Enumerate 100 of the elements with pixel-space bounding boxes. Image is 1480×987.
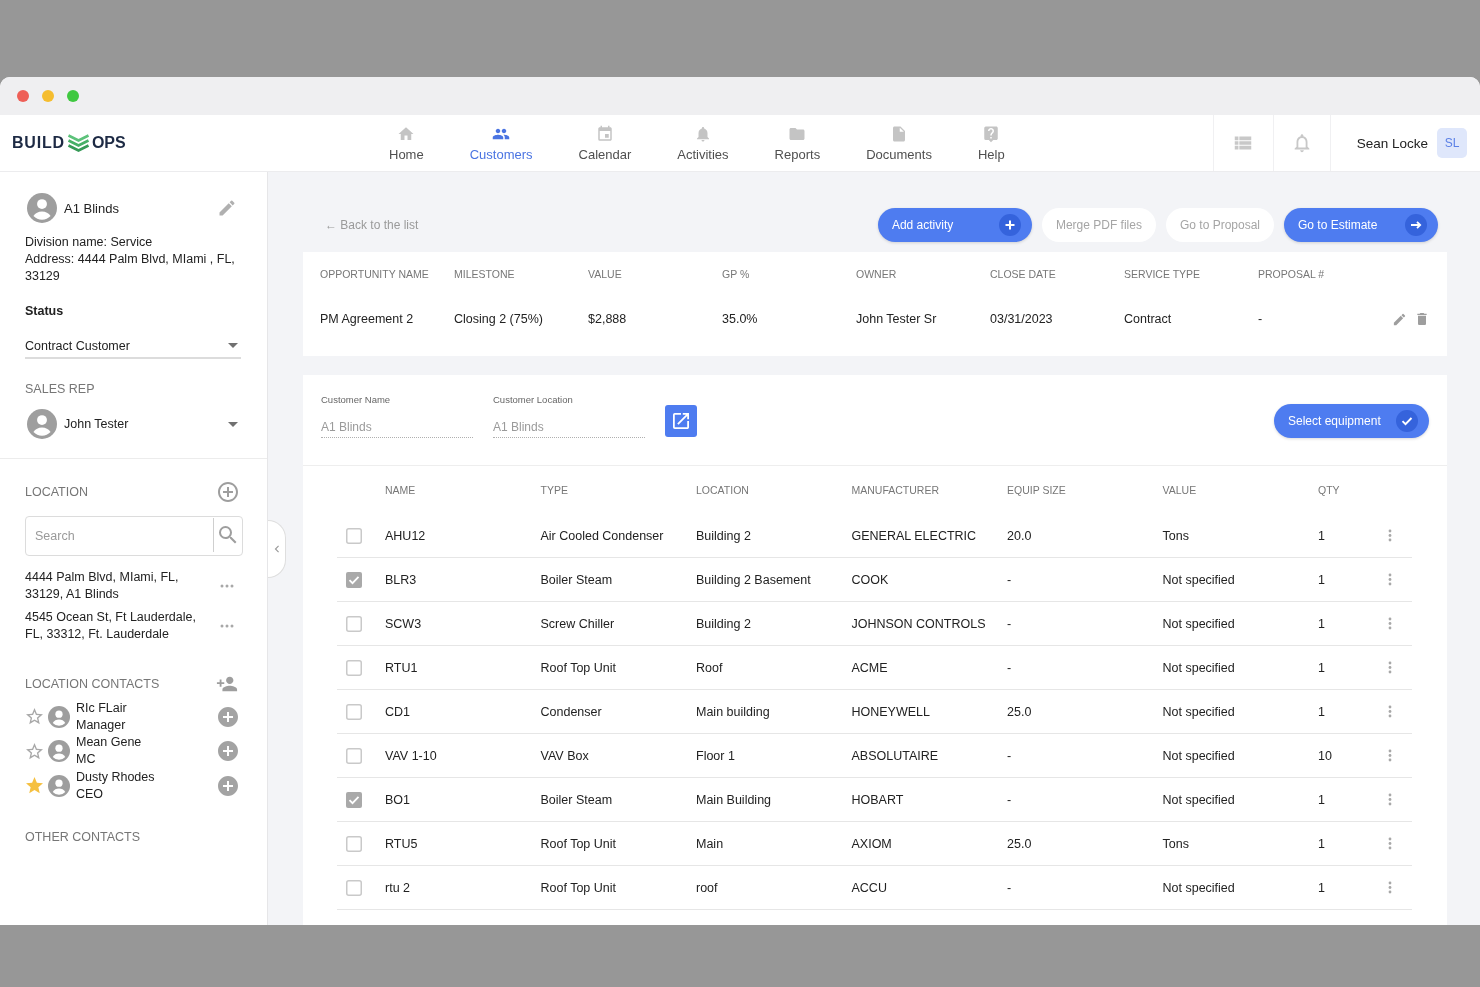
table-cell: Not specified (1162, 660, 1235, 675)
table-cell: Not specified (1162, 616, 1235, 631)
table-cell: Floor 1 (696, 748, 735, 763)
user-avatar[interactable]: SL (1437, 128, 1467, 158)
contact-role: CEO (76, 785, 105, 803)
search-input[interactable]: Search (26, 517, 213, 555)
contact-name: RIc FLair (76, 699, 127, 717)
checkbox[interactable] (346, 879, 362, 896)
nav-tab[interactable]: Help (954, 115, 1028, 171)
table-cell: Not specified (1162, 792, 1235, 807)
checkbox[interactable] (346, 703, 362, 720)
column-header: MILESTONE (454, 268, 515, 280)
nav-tab[interactable]: Calendar (555, 115, 655, 171)
add-activity-button[interactable]: Add activity (877, 208, 1032, 242)
star-icon[interactable] (26, 777, 43, 795)
close-window-icon[interactable] (17, 90, 29, 102)
select-equipment-button[interactable]: Select equipment (1274, 404, 1429, 438)
collapse-button[interactable] (268, 520, 286, 578)
section-title: OTHER CONTACTS (25, 828, 142, 846)
table-cell: RTU1 (385, 660, 418, 675)
table-cell: Boiler Steam (540, 572, 613, 587)
more-icon[interactable] (1388, 573, 1392, 586)
trash-icon[interactable] (1414, 311, 1430, 327)
table-cell: Building 2 (696, 616, 751, 631)
more-icon[interactable] (1388, 617, 1392, 630)
nav-tab[interactable]: Home (366, 115, 447, 171)
column-header: MANUFACTURER (851, 484, 939, 496)
sales-rep-dropdown[interactable]: John Tester (25, 409, 241, 439)
table-cell: Not specified (1162, 880, 1235, 895)
column-header: OWNER (856, 268, 897, 280)
more-icon[interactable] (220, 623, 234, 628)
more-icon[interactable] (1388, 529, 1392, 542)
table-cell: - (1007, 748, 1012, 763)
table-cell: Roof (696, 660, 723, 675)
more-icon[interactable] (1388, 661, 1392, 674)
search-icon[interactable] (219, 526, 237, 544)
table-cell: 1 (1318, 528, 1325, 543)
merge-pdf-button[interactable]: Merge PDF files (1041, 208, 1156, 242)
table-cell: PM Agreement 2 (320, 312, 414, 326)
help-icon (982, 124, 1001, 143)
table-cell: Roof Top Unit (540, 836, 616, 851)
field-label: Customer Name (321, 394, 391, 406)
table-cell: Main building (696, 704, 770, 719)
external-link-icon (673, 413, 689, 429)
more-icon[interactable] (1388, 705, 1392, 718)
nav-tab[interactable]: Documents (843, 115, 955, 171)
table-cell: John Tester Sr (856, 312, 937, 326)
pencil-icon[interactable] (217, 198, 237, 218)
star-icon[interactable] (26, 708, 43, 726)
column-header: GP % (722, 268, 750, 280)
maximize-window-icon[interactable] (67, 90, 79, 102)
nav-tab[interactable]: Customers (446, 115, 556, 171)
search-field[interactable]: Search (25, 516, 243, 556)
calendar-icon (595, 124, 614, 143)
checkbox[interactable] (346, 791, 362, 808)
check-icon (1396, 410, 1418, 432)
avatar-icon (27, 409, 57, 439)
table-cell: Not specified (1162, 572, 1235, 587)
minimize-window-icon[interactable] (42, 90, 54, 102)
nav-tab[interactable]: Reports (751, 115, 844, 171)
more-icon[interactable] (1388, 881, 1392, 894)
plus-icon (998, 214, 1021, 236)
avatar-icon (48, 705, 70, 728)
caret-icon (228, 421, 238, 427)
table-cell: rtu 2 (385, 880, 410, 895)
checkbox[interactable] (346, 835, 362, 852)
table-cell: VAV Box (540, 748, 589, 763)
table-cell: HOBART (851, 792, 904, 807)
table-cell: roof (696, 880, 718, 895)
back-link[interactable]: ← Back to the list (325, 218, 419, 232)
table-cell: 1 (1318, 660, 1325, 675)
more-icon[interactable] (220, 583, 234, 588)
more-icon[interactable] (1388, 749, 1392, 762)
logo: BUILD OPS (12, 134, 126, 152)
checkbox[interactable] (346, 747, 362, 764)
location-address: 4444 Palm Blvd, MIami, FL, 33129, A1 Blinds (25, 568, 180, 603)
table-cell: 10 (1318, 748, 1332, 763)
status-dropdown[interactable]: Contract Customer (25, 336, 241, 359)
checkbox[interactable] (346, 571, 362, 588)
table-cell: Not specified (1162, 704, 1235, 719)
pencil-icon[interactable] (1392, 311, 1407, 327)
checkbox[interactable] (346, 615, 362, 632)
column-header: VALUE (588, 268, 622, 280)
table-cell: Building 2 (696, 528, 751, 543)
more-icon[interactable] (1388, 837, 1392, 850)
checkbox[interactable] (346, 659, 362, 676)
more-icon[interactable] (1388, 793, 1392, 806)
estimate-button[interactable]: Go to Estimate (1284, 208, 1438, 242)
external-link-button[interactable] (665, 405, 697, 437)
table-cell: AXIOM (851, 836, 892, 851)
table-cell: 1 (1318, 616, 1325, 631)
star-icon[interactable] (26, 742, 43, 760)
table-cell: 1 (1318, 572, 1325, 587)
proposal-button[interactable]: Go to Proposal (1165, 208, 1274, 242)
table-cell: 1 (1318, 836, 1325, 851)
nav-tab[interactable]: Activities (654, 115, 752, 171)
table-cell: Boiler Steam (540, 792, 613, 807)
customer-detail: Address: 4444 Palm Blvd, MIami , FL, 33129 (25, 250, 236, 285)
checkbox[interactable] (346, 527, 362, 544)
table-cell: 25.0 (1007, 704, 1032, 719)
